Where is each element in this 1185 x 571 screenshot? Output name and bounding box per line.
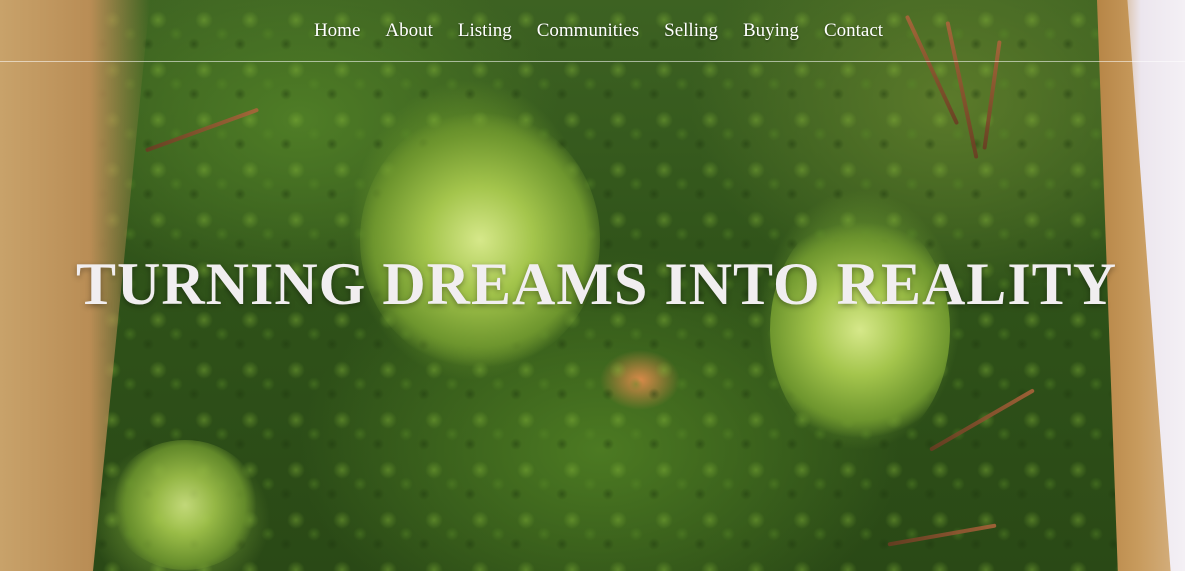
succulent-rosette xyxy=(110,440,260,570)
succulent-rosette xyxy=(360,110,600,370)
nav-item-listing[interactable]: Listing xyxy=(458,20,512,42)
main-navigation: Home About Listing Communities Selling B… xyxy=(0,0,1185,62)
nav-item-home[interactable]: Home xyxy=(314,20,360,42)
nav-item-contact[interactable]: Contact xyxy=(824,20,883,42)
succulent-rosette xyxy=(770,210,950,450)
nav-item-communities[interactable]: Communities xyxy=(537,20,639,42)
nav-item-buying[interactable]: Buying xyxy=(743,20,799,42)
nav-item-selling[interactable]: Selling xyxy=(664,20,718,42)
hero-section: Home About Listing Communities Selling B… xyxy=(0,0,1185,571)
hero-headline: TURNING DREAMS INTO REALITY xyxy=(75,251,1118,317)
nav-item-about[interactable]: About xyxy=(385,20,433,42)
